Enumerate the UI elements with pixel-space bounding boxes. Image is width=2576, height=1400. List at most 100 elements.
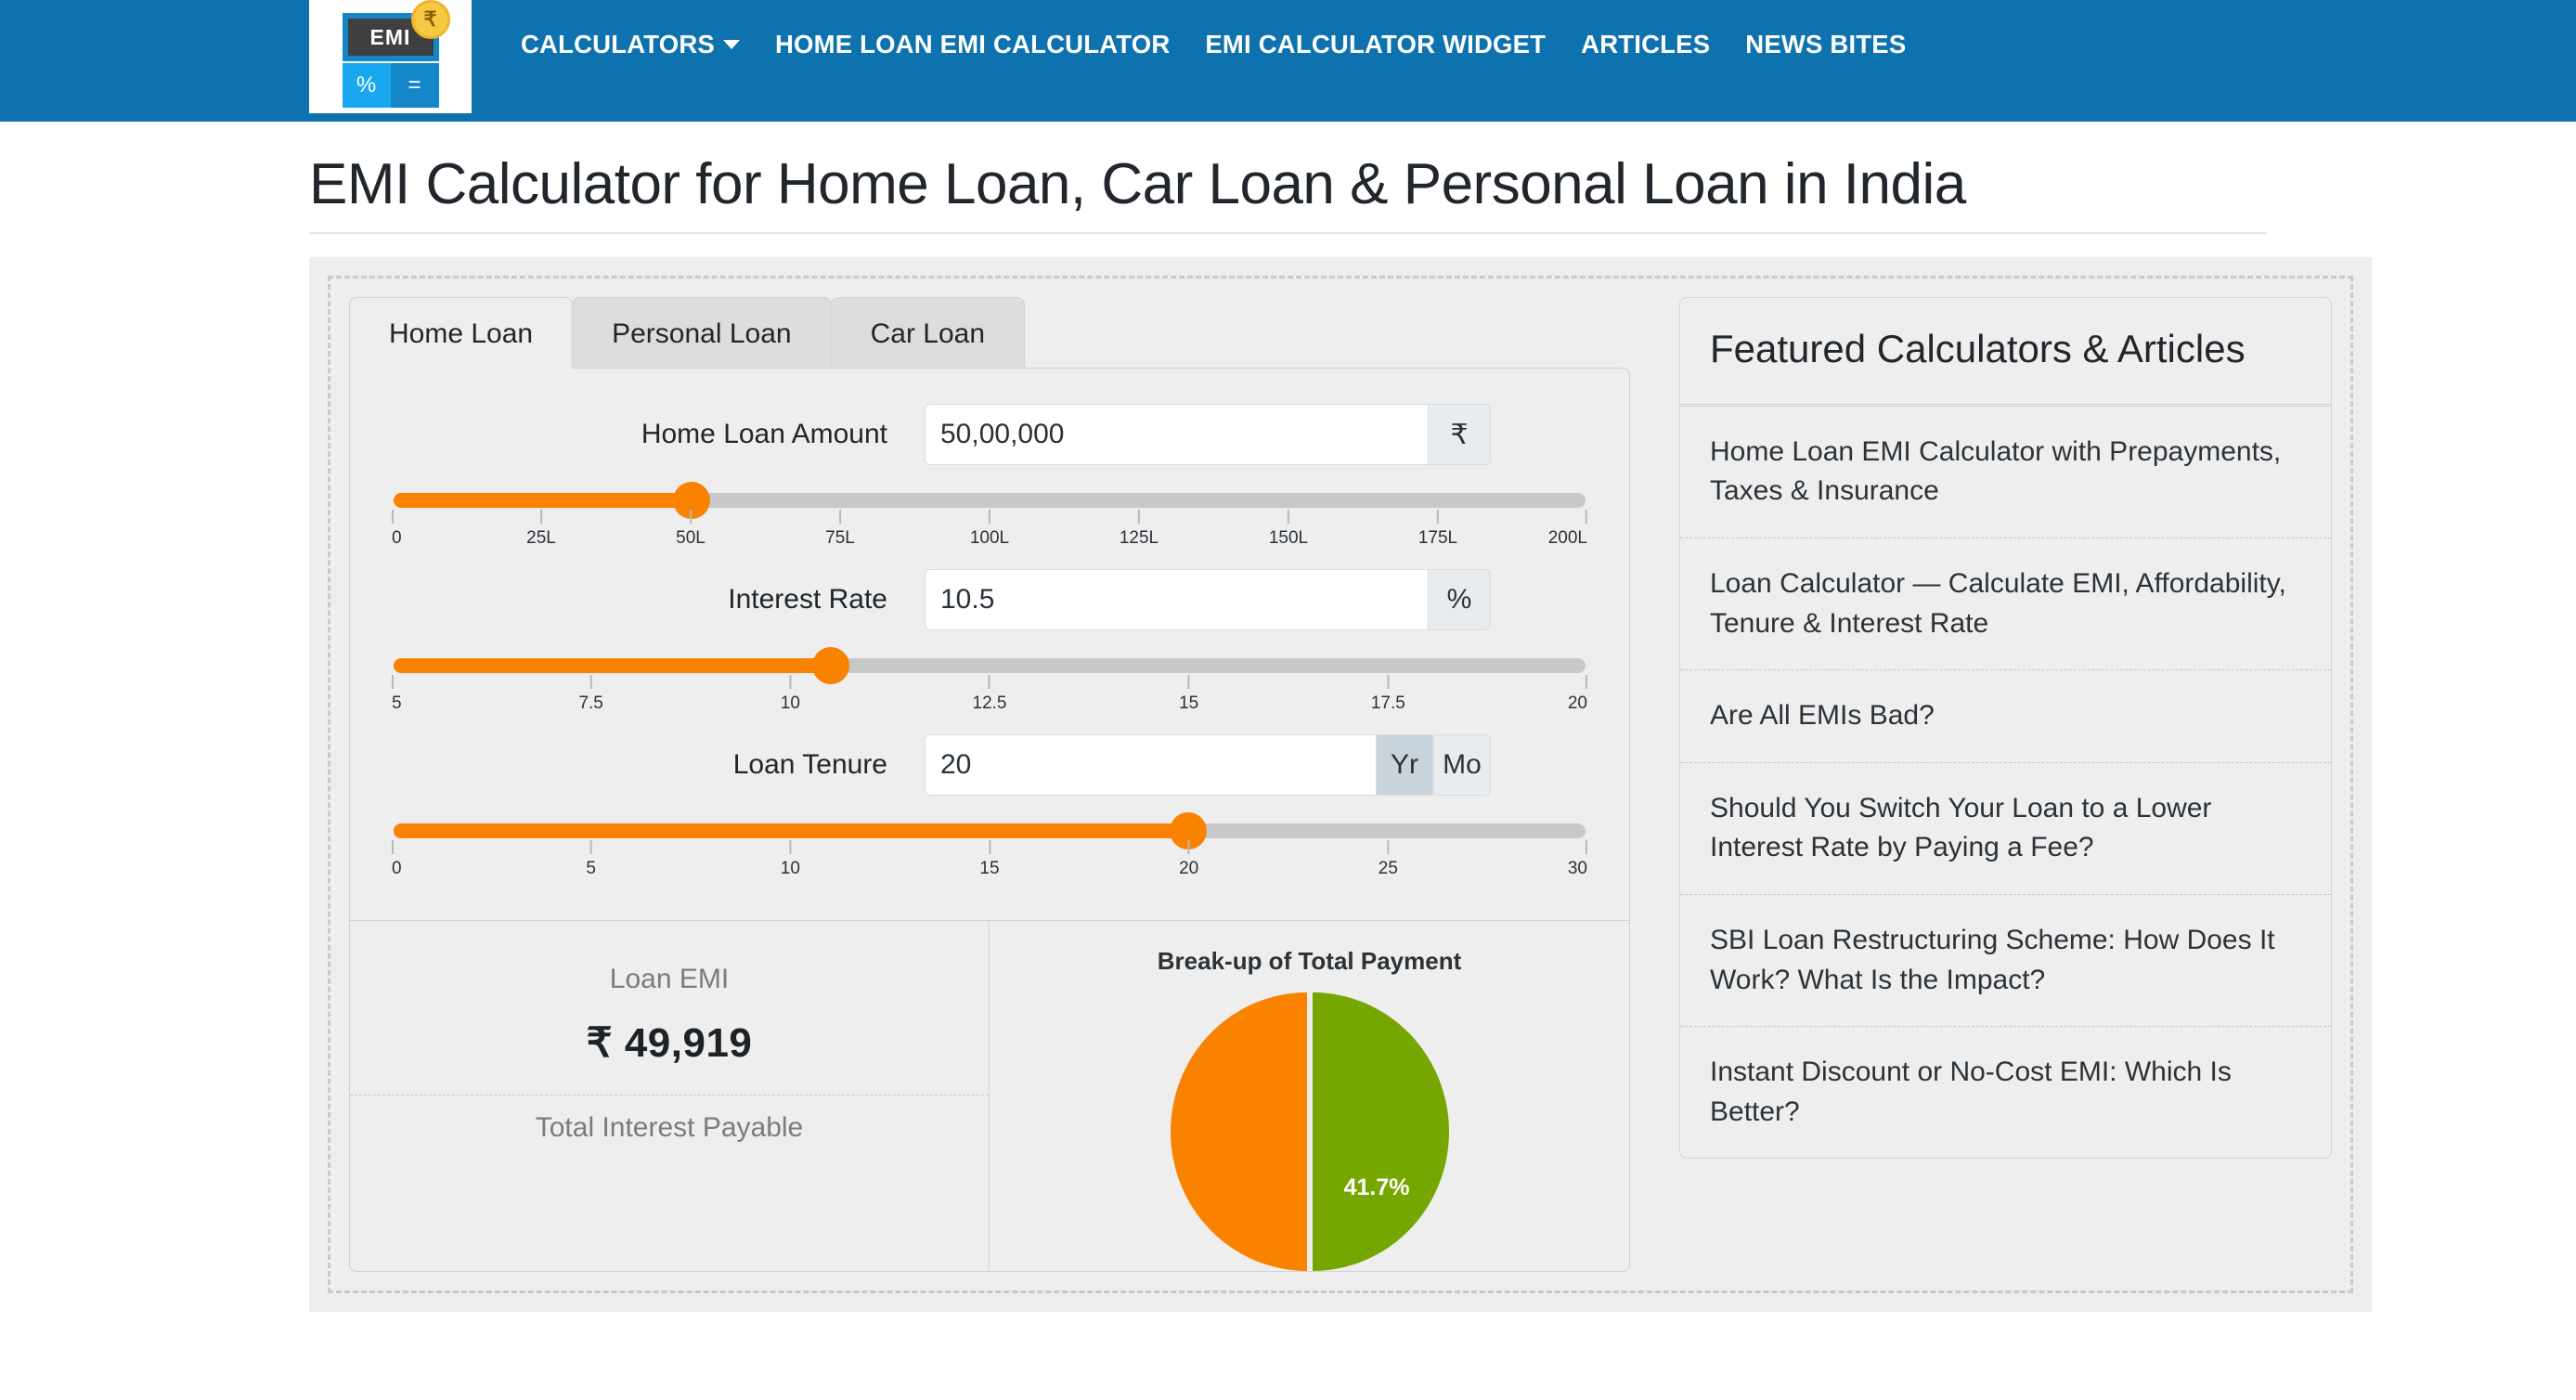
loan-tenure-tick-mark <box>589 840 592 855</box>
tab-home-loan[interactable]: Home Loan <box>349 297 574 369</box>
interest-rate-tick: 20 <box>1568 675 1587 714</box>
loan-amount-tick-label: 75L <box>825 528 855 549</box>
sidebar-item-home-loan-emi-prepayments[interactable]: Home Loan EMI Calculator with Prepayment… <box>1680 407 2331 539</box>
loan-amount-tick: 0 <box>392 510 402 549</box>
loan-tenure-tick-label: 5 <box>586 859 596 879</box>
loan-amount-tick: 200L <box>1548 510 1587 549</box>
loan-amount-tick-label: 175L <box>1417 528 1458 549</box>
loan-type-tabs: Home Loan Personal Loan Car Loan <box>349 297 1630 369</box>
calculator-logo-icon: EMI % = ₹ <box>335 0 450 108</box>
results-summary-column: Loan EMI ₹ 49,919 Total Interest Payable <box>350 921 990 1272</box>
interest-rate-tick: 5 <box>392 675 402 714</box>
loan-tenure-tick: 30 <box>1568 840 1587 879</box>
tab-personal-loan[interactable]: Personal Loan <box>572 297 832 369</box>
equals-key-icon: = <box>390 63 439 108</box>
loan-tenure-slider-track[interactable] <box>394 812 1586 850</box>
loan-tenure-slider-fill <box>394 823 1189 839</box>
results-row: Loan EMI ₹ 49,919 Total Interest Payable… <box>350 920 1629 1272</box>
top-navigation-bar: EMI % = ₹ CALCULATORS HOME LOAN EMI CALC… <box>0 0 2576 122</box>
loan-amount-tick: 75L <box>825 510 855 549</box>
loan-tenure-input[interactable] <box>925 734 1376 797</box>
input-fields-area: Home Loan Amount ₹ 0 25L 50L 75L 100L <box>350 369 1629 920</box>
nav-item-calculators[interactable]: CALCULATORS <box>503 30 757 59</box>
loan-amount-slider-track[interactable] <box>394 482 1586 520</box>
loan-tenure-tick-mark <box>988 840 990 855</box>
loan-amount-tick-mark <box>1586 510 1587 525</box>
page-container: EMI Calculator for Home Loan, Car Loan &… <box>0 122 2576 1313</box>
loan-amount-slider-fill <box>394 493 692 509</box>
sidebar-item-instant-discount-no-cost-emi[interactable]: Instant Discount or No-Cost EMI: Which I… <box>1680 1027 2331 1158</box>
loan-amount-tick-mark <box>1138 510 1140 525</box>
sidebar-item-sbi-restructuring[interactable]: SBI Loan Restructuring Scheme: How Does … <box>1680 895 2331 1028</box>
sidebar-item-switch-loan-lower-rate[interactable]: Should You Switch Your Loan to a Lower I… <box>1680 763 2331 895</box>
loan-amount-tick-label: 25L <box>526 528 556 549</box>
loan-tenure-tick-label: 30 <box>1567 859 1587 879</box>
pie-slice-principal-label: 41.7% <box>1343 1174 1410 1201</box>
loan-amount-tick: 175L <box>1418 510 1457 549</box>
percent-key-icon: % <box>342 63 391 108</box>
interest-rate-label: Interest Rate <box>728 584 887 616</box>
interest-rate-tick-label: 20 <box>1567 694 1587 714</box>
percent-addon-icon: % <box>1428 569 1491 631</box>
chart-column: Break-up of Total Payment 41.7% <box>990 921 1629 1272</box>
interest-rate-tick-mark <box>392 675 394 690</box>
loan-amount-row: Home Loan Amount ₹ <box>392 404 1587 466</box>
total-interest-result: Total Interest Payable <box>350 1095 989 1196</box>
loan-amount-tick-label: 150L <box>1268 528 1309 549</box>
interest-rate-input-group: % <box>925 569 1491 631</box>
nav-item-home-loan-emi-calculator[interactable]: HOME LOAN EMI CALCULATOR <box>757 30 1187 59</box>
loan-amount-tick: 25L <box>526 510 556 549</box>
pie-slice-principal[interactable] <box>1312 992 1449 1272</box>
total-interest-label: Total Interest Payable <box>535 1112 804 1144</box>
calculator-body: Home Loan Amount ₹ 0 25L 50L 75L 100L <box>349 368 1630 1273</box>
interest-rate-slider-ticks: 5 7.5 10 12.5 15 17.5 20 <box>392 675 1587 718</box>
loan-tenure-tick-label: 20 <box>1179 859 1199 879</box>
sidebar-item-loan-calculator[interactable]: Loan Calculator — Calculate EMI, Afforda… <box>1680 538 2331 671</box>
interest-rate-slider-fill <box>394 658 832 674</box>
loan-emi-label: Loan EMI <box>609 964 730 995</box>
chart-title: Break-up of Total Payment <box>1157 947 1462 976</box>
nav-item-emi-calculator-widget[interactable]: EMI CALCULATOR WIDGET <box>1187 30 1563 59</box>
loan-tenure-tick-mark <box>1387 840 1390 855</box>
interest-rate-tick-mark <box>789 675 792 690</box>
calculator-outer-panel: Home Loan Personal Loan Car Loan Home Lo… <box>309 257 2372 1313</box>
interest-rate-slider-block: 5 7.5 10 12.5 15 17.5 20 <box>392 636 1587 734</box>
nav-item-calculators-label: CALCULATORS <box>521 30 715 58</box>
loan-amount-tick: 100L <box>970 510 1009 549</box>
loan-amount-tick-label: 200L <box>1547 528 1587 549</box>
loan-tenure-tick-label: 25 <box>1378 859 1398 879</box>
tenure-unit-months-button[interactable]: Mo <box>1433 734 1491 797</box>
interest-rate-slider-track[interactable] <box>394 647 1586 685</box>
loan-amount-input[interactable] <box>925 404 1428 466</box>
interest-rate-tick-mark <box>589 675 592 690</box>
page-title: EMI Calculator for Home Loan, Car Loan &… <box>309 122 2267 235</box>
loan-tenure-tick: 20 <box>1179 840 1198 879</box>
calculator-column: Home Loan Personal Loan Car Loan Home Lo… <box>349 297 1630 1273</box>
loan-amount-tick-mark <box>392 510 394 525</box>
pie-slice-total-interest[interactable] <box>1170 992 1307 1272</box>
tab-car-loan[interactable]: Car Loan <box>830 297 1026 369</box>
loan-amount-tick-label: 50L <box>676 528 705 549</box>
tenure-unit-years-button[interactable]: Yr <box>1376 734 1433 797</box>
interest-rate-tick: 12.5 <box>973 675 1006 714</box>
site-logo[interactable]: EMI % = ₹ <box>309 0 472 122</box>
loan-tenure-slider-ticks: 0 5 10 15 20 25 30 <box>392 840 1587 883</box>
loan-tenure-tick-mark <box>1187 840 1190 855</box>
interest-rate-input[interactable] <box>925 569 1428 631</box>
nav-item-news-bites[interactable]: NEWS BITES <box>1728 30 1923 59</box>
sidebar-item-are-all-emis-bad[interactable]: Are All EMIs Bad? <box>1680 670 2331 763</box>
nav-item-articles[interactable]: ARTICLES <box>1563 30 1728 59</box>
interest-rate-tick-mark <box>1187 675 1190 690</box>
loan-emi-result: Loan EMI ₹ 49,919 <box>350 947 989 1096</box>
loan-amount-tick-label: 0 <box>392 528 402 549</box>
interest-rate-tick-mark <box>1586 675 1587 690</box>
loan-amount-tick-mark <box>1437 510 1439 525</box>
interest-rate-tick-label: 5 <box>392 694 402 714</box>
interest-rate-tick-label: 15 <box>1179 694 1199 714</box>
loan-amount-input-group: ₹ <box>925 404 1491 466</box>
interest-rate-tick: 17.5 <box>1371 675 1405 714</box>
sidebar-column: Featured Calculators & Articles Home Loa… <box>1630 297 2332 1272</box>
sidebar-heading: Featured Calculators & Articles <box>1680 298 2331 407</box>
loan-tenure-tick: 10 <box>781 840 800 879</box>
loan-amount-label: Home Loan Amount <box>641 419 887 450</box>
